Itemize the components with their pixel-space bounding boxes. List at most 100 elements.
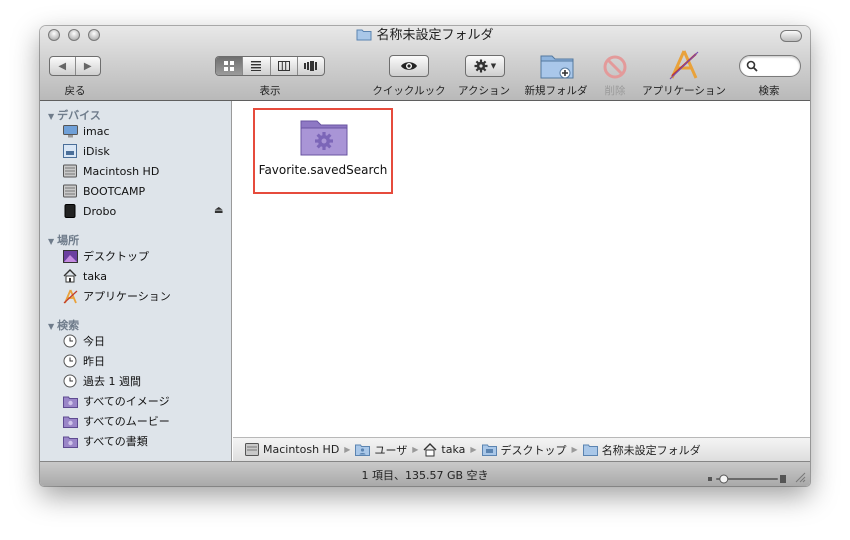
sidebar-item-all-documents[interactable]: すべての書類 (62, 432, 148, 450)
sidebar-section-search[interactable]: ▼ 検索 (48, 317, 79, 333)
sidebar-item-past-week[interactable]: 過去 1 週間 (62, 372, 141, 390)
sidebar-item-label: デスクトップ (83, 250, 149, 263)
sidebar-item-applications[interactable]: アプリケーション (62, 287, 171, 305)
path-crumb-label: ユーザ (374, 443, 408, 457)
sidebar-item-label: 今日 (83, 335, 105, 348)
sidebar-item-label: taka (83, 269, 107, 283)
column-view-button[interactable] (271, 57, 298, 75)
clock-icon (62, 353, 78, 369)
sidebar-item-yesterday[interactable]: 昨日 (62, 352, 105, 370)
sidebar-item-label: すべての書類 (83, 435, 148, 448)
sidebar-item-label: iDisk (83, 144, 110, 158)
imac-icon (62, 123, 78, 139)
search-field[interactable] (739, 55, 801, 77)
action-menu-button[interactable]: ▼ (465, 55, 505, 77)
path-crumb-current-folder[interactable]: 名称未設定フォルダ (582, 442, 701, 458)
file-browser-area[interactable]: Favorite.savedSearch (233, 101, 810, 437)
sidebar-item-desktop[interactable]: デスクトップ (62, 247, 149, 265)
smart-folder-icon (300, 116, 348, 160)
list-view-button[interactable] (243, 57, 271, 75)
drobo-icon (62, 203, 78, 219)
disclosure-triangle-icon: ▼ (48, 322, 55, 331)
sidebar-item-idisk[interactable]: iDisk (62, 142, 110, 160)
path-crumb-desktop[interactable]: デスクトップ (481, 442, 567, 458)
folder-icon (582, 443, 598, 456)
back-button[interactable]: ◀ (50, 57, 76, 75)
resize-grip-icon[interactable] (795, 472, 806, 483)
toolbar-toggle-button[interactable] (780, 30, 802, 42)
sidebar-item-macintosh-hd[interactable]: Macintosh HD (62, 162, 159, 180)
sidebar-item-label: Macintosh HD (83, 164, 160, 178)
path-crumb-label: デスクトップ (500, 443, 567, 457)
list-view-icon (251, 61, 262, 71)
eject-icon[interactable]: ⏏ (214, 205, 223, 216)
users-folder-icon (355, 443, 371, 456)
applications-label: アプリケーション (642, 85, 726, 97)
new-folder-icon (540, 55, 574, 79)
home-icon (62, 268, 78, 284)
delete-label: 削除 (604, 85, 626, 97)
forward-button[interactable]: ▶ (76, 57, 101, 75)
idisk-icon (62, 143, 78, 159)
window-title-bar: 名称未設定フォルダ (40, 27, 810, 45)
sidebar: ▼ デバイス imac iDisk Macintosh HD BOOTCAMP D… (40, 101, 232, 461)
icon-view-icon (224, 61, 235, 71)
hard-drive-icon (62, 163, 78, 179)
chevron-down-icon: ▼ (490, 62, 497, 70)
path-crumb-macintosh-hd[interactable]: Macintosh HD (245, 443, 339, 456)
sidebar-item-label: 過去 1 週間 (83, 375, 141, 388)
sidebar-item-today[interactable]: 今日 (62, 332, 105, 350)
file-item-favorite-savedsearch[interactable]: Favorite.savedSearch (253, 108, 393, 194)
sidebar-item-label: アプリケーション (83, 290, 171, 303)
path-separator-icon: ▶ (470, 445, 477, 454)
icon-size-slider[interactable] (708, 469, 786, 484)
clock-icon (62, 333, 78, 349)
sidebar-item-label: BOOTCAMP (83, 184, 146, 198)
desktop-icon (62, 248, 78, 264)
coverflow-view-icon (303, 61, 317, 71)
path-separator-icon: ▶ (344, 445, 351, 454)
sidebar-item-imac[interactable]: imac (62, 122, 110, 140)
right-arrow-icon: ▶ (83, 60, 92, 72)
quicklook-button[interactable] (389, 55, 429, 77)
hard-drive-icon (62, 183, 78, 199)
path-crumb-label: Macintosh HD (263, 443, 340, 456)
sidebar-item-taka[interactable]: taka (62, 267, 107, 285)
new-folder-button[interactable] (540, 52, 574, 84)
quicklook-label: クイックルック (372, 85, 446, 97)
path-separator-icon: ▶ (412, 445, 419, 454)
action-label: アクション (458, 85, 510, 97)
sidebar-section-places[interactable]: ▼ 場所 (48, 232, 79, 248)
finder-window: 名称未設定フォルダ ◀ ▶ 戻る 表示 クイックルック ▼ アクション 新規フォ… (40, 26, 810, 486)
view-label: 表示 (259, 85, 281, 97)
sidebar-section-devices[interactable]: ▼ デバイス (48, 107, 101, 123)
desktop-folder-icon (481, 443, 497, 456)
disclosure-triangle-icon: ▼ (48, 112, 55, 121)
sidebar-item-label: imac (83, 124, 110, 138)
sidebar-item-label: すべてのイメージ (83, 395, 170, 408)
eye-icon (401, 62, 417, 70)
file-item-label: Favorite.savedSearch (258, 163, 388, 177)
path-crumb-users[interactable]: ユーザ (355, 442, 407, 458)
sidebar-item-drobo[interactable]: Drobo (62, 202, 116, 220)
path-separator-icon: ▶ (571, 445, 578, 454)
left-arrow-icon: ◀ (58, 60, 67, 72)
magnifier-icon (746, 60, 758, 72)
home-icon (423, 442, 437, 457)
smart-folder-icon (62, 433, 78, 449)
delete-button[interactable] (603, 55, 627, 83)
sidebar-item-all-movies[interactable]: すべてのムービー (62, 412, 170, 430)
applications-button[interactable] (668, 50, 700, 84)
applications-icon (669, 50, 699, 80)
sidebar-item-all-images[interactable]: すべてのイメージ (62, 392, 170, 410)
path-crumb-label: 名称未設定フォルダ (601, 443, 701, 457)
sidebar-item-label: Drobo (83, 204, 117, 218)
path-crumb-taka[interactable]: taka (423, 442, 465, 457)
window-title: 名称未設定フォルダ (376, 28, 494, 43)
sidebar-item-bootcamp[interactable]: BOOTCAMP (62, 182, 145, 200)
back-label: 戻る (64, 85, 86, 97)
icon-view-button[interactable] (216, 57, 244, 75)
coverflow-view-button[interactable] (298, 57, 324, 75)
search-label: 検索 (758, 85, 780, 97)
view-mode-control (215, 56, 325, 76)
